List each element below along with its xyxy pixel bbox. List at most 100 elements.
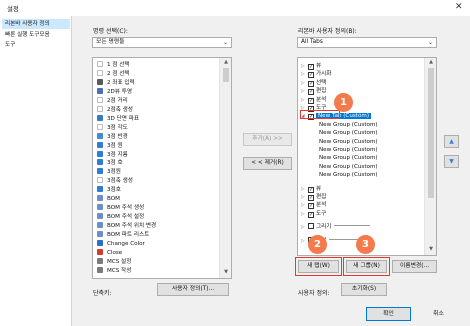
circle-icon [97,141,103,148]
command-list-item[interactable]: 3점원 [97,168,121,176]
scroll-down-icon[interactable]: ▼ [427,246,435,252]
checkbox-icon[interactable]: ✓ [308,211,314,218]
scroll-thumb[interactable] [428,68,434,198]
command-list-item[interactable]: 3점 지름 [97,150,128,159]
ribbon-tree-scrollbar[interactable]: ▲ ▼ [424,58,436,255]
ribbon-item-label: New Group (Custom) [319,155,378,162]
command-list-item[interactable]: Close [97,248,122,257]
expand-icon[interactable]: ▷ [301,238,308,246]
command-list-item[interactable]: BOM [97,195,120,203]
expand-icon[interactable]: ▷ [301,211,308,219]
callout-badge-3: 3 [356,235,375,254]
command-label: 3점축 생성 [107,178,133,185]
ribbon-tab-item[interactable]: ▷ ✓ 분석 [301,201,326,210]
nav-item[interactable]: 리본바 사용자 정의 [2,19,70,29]
command-label: MCS 작성 [107,267,132,274]
command-list-item[interactable]: 3점축 생성 [97,177,133,185]
command-label: 3점 각도 [107,124,128,131]
rename-button[interactable]: 이름변경(... [392,260,437,273]
customize-shortcut-button[interactable]: 사용자 정의(T)... [157,283,229,296]
command-list[interactable]: 1 점 선택 2 점 선택 2 좌표 입력 2D뷰 투영 2점 거리 2점축 생성 3D 단… [92,57,232,279]
ribbon-tab-item[interactable]: ▷ ✓ 분석 [301,96,326,104]
coordinate-icon [97,78,103,85]
checkbox-icon[interactable]: ✓ [308,64,314,70]
circle-3pt-icon [97,168,103,175]
checkbox-icon[interactable]: ✓ [308,203,314,210]
command-list-item[interactable]: 2 점 선택 [97,69,130,78]
ribbon-item-label: New Group (Custom) [319,130,378,137]
ribbon-group-item[interactable]: New Group (Custom) [319,171,378,179]
ribbon-item-label: 도구 [316,210,327,217]
nav-item[interactable]: 빠른 실행 도구모음 [2,30,70,40]
cancel-button[interactable]: 취소 [414,307,463,321]
command-list-scrollbar[interactable]: ▲ ▼ [219,58,231,278]
command-list-item[interactable]: BOM 파트 리스트 [97,231,149,239]
checkbox-icon[interactable]: ✓ [308,195,314,201]
command-list-item[interactable]: 3점 각도 [97,123,128,132]
checkbox-icon[interactable] [308,223,314,230]
scroll-up-icon[interactable]: ▲ [427,59,435,65]
ribbon-tab-item[interactable]: ▷ ✓ 편집 [301,87,326,96]
expand-icon[interactable]: ▷ [301,224,308,232]
command-list-item[interactable]: Change Color [97,240,145,248]
command-category-select[interactable]: 모든 명령들 ⌄ [92,37,232,48]
command-list-item[interactable]: 3점호 [97,186,121,194]
add-button[interactable]: 추가(A) >> [243,133,292,146]
command-list-item[interactable]: 2점 거리 [97,96,128,105]
ribbon-group-item[interactable]: New Group (Custom) [319,129,378,137]
new-group-highlight [343,257,390,276]
ribbon-group-item[interactable]: New Group (Custom) [319,146,378,154]
diameter-icon [97,150,103,157]
command-list-item[interactable]: BOM 주석 생성 [97,204,144,212]
command-list-item[interactable]: MCS 작성 [97,266,132,275]
command-list-item[interactable]: 2점축 생성 [97,105,133,114]
radius-icon [97,132,103,139]
ribbon-tab-select[interactable]: All Tabs ⌄ [297,37,437,48]
ribbon-tab-item[interactable]: ▷ ✓ 가시화 [301,70,331,79]
separator-line [334,225,371,227]
ribbon-group-item[interactable]: New Group (Custom) [319,121,378,129]
command-label: BOM 주석 생성 [107,205,145,212]
nav-item[interactable]: 도구 [2,40,70,50]
command-label: 2 좌표 입력 [107,79,135,86]
command-list-item[interactable]: 3점 호 [97,159,123,167]
checkbox-icon[interactable]: ✓ [308,89,314,96]
command-list-item[interactable]: 3점 원 [97,141,123,150]
checkbox-icon[interactable]: ✓ [308,97,314,104]
chevron-down-icon: ⌄ [427,39,433,46]
ribbon-group-item[interactable]: New Group (Custom) [319,154,378,162]
ribbon-item-label: New Group (Custom) [319,121,378,128]
move-down-button[interactable]: ▼ [444,155,459,168]
bom-setting-icon [97,213,103,220]
command-list-item[interactable]: MCS 설정 [97,257,131,266]
checkbox-icon[interactable]: ✓ [308,72,314,79]
command-list-item[interactable]: BOM 주석 위치 변경 [97,222,156,230]
command-list-item[interactable]: 2D뷰 투영 [97,87,132,96]
close-icon[interactable]: ✕ [455,2,463,12]
move-up-button[interactable]: ▲ [444,135,459,148]
command-list-item[interactable]: 2 좌표 입력 [97,78,135,87]
ok-button[interactable]: 확인 [366,307,411,321]
ribbon-tree[interactable]: ▷ ✓ 뷰 ▷ ✓ 가시화 ▷ ✓ 선택 ▷ ✓ 편집 ▷ ✓ 분석 ▷ ✓ 도구 ◢ ✓ New Tab (Custo… [297,57,437,256]
ribbon-tab-item[interactable]: ▷ ✓ 뷰 [301,62,321,70]
ribbon-tab-item[interactable]: ▷ ✓ 선택 [301,79,326,87]
ribbon-tab-item[interactable]: ▷ 그리기 [301,223,371,232]
ribbon-group-item[interactable]: New Group (Custom) [319,163,378,171]
command-list-item[interactable]: BOM 주석 설정 [97,213,144,221]
reset-button[interactable]: 초기화(S) [341,283,387,296]
command-list-item[interactable]: 3점 반경 [97,132,128,141]
ribbon-tab-item[interactable]: ▷ ✓ 도구 [301,210,326,218]
ribbon-tab-item[interactable]: ▷ ✓ 뷰 [301,185,321,193]
arc-icon [97,159,103,166]
scroll-thumb[interactable] [223,68,229,82]
command-list-item[interactable]: 1 점 선택 [97,61,130,69]
remove-button[interactable]: < < 제거(R) [243,157,292,170]
scroll-down-icon[interactable]: ▼ [222,269,230,275]
checkbox-icon[interactable]: ✓ [308,186,314,193]
axis-icon [97,105,103,112]
command-list-item[interactable]: 3D 단면 파표 [97,114,139,123]
ribbon-group-item[interactable]: New Group (Custom) [319,138,378,146]
checkbox-icon[interactable]: ✓ [308,80,314,87]
ribbon-tab-item[interactable]: ▷ ✓ 편집 [301,193,326,201]
scroll-up-icon[interactable]: ▲ [222,59,230,65]
